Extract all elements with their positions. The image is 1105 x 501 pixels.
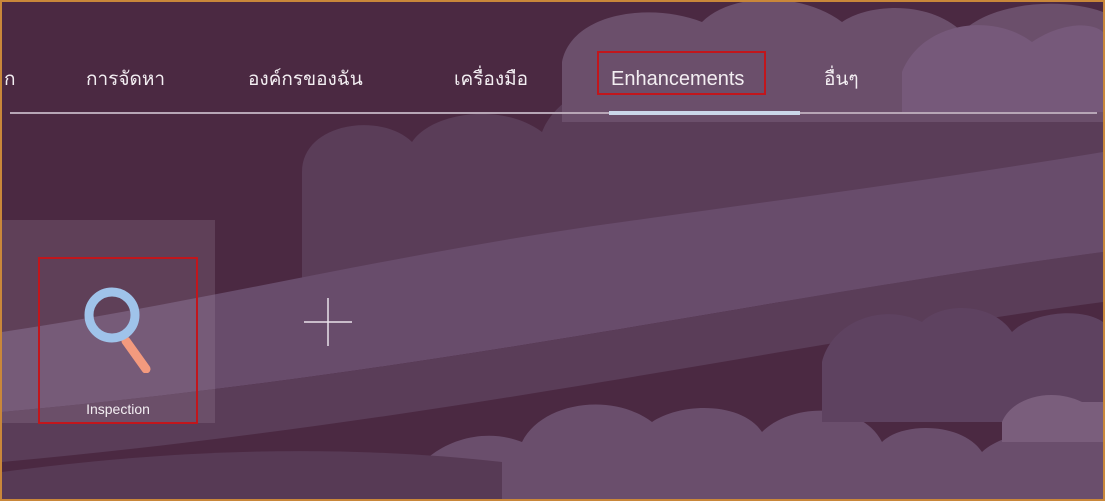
nav-item-tools[interactable]: เครื่องมือ: [454, 66, 528, 92]
active-tab-indicator: [609, 111, 800, 115]
search-icon: [84, 287, 151, 373]
app-window: ก การจัดหา องค์กรของฉัน เครื่องมือ Enhan…: [0, 0, 1105, 501]
inspection-tile[interactable]: Inspection: [38, 257, 198, 424]
top-navigation: ก การจัดหา องค์กรของฉัน เครื่องมือ Enhan…: [2, 50, 1103, 115]
tile-label: Inspection: [86, 401, 150, 417]
nav-divider: [10, 112, 1097, 114]
nav-item-partial[interactable]: ก: [4, 66, 16, 92]
plus-icon[interactable]: [302, 296, 354, 348]
nav-item-my-organization[interactable]: องค์กรของฉัน: [248, 66, 363, 92]
nav-item-others[interactable]: อื่นๆ: [824, 66, 859, 92]
enhancements-highlight-box: [597, 51, 766, 95]
nav-item-procurement[interactable]: การจัดหา: [86, 66, 165, 92]
